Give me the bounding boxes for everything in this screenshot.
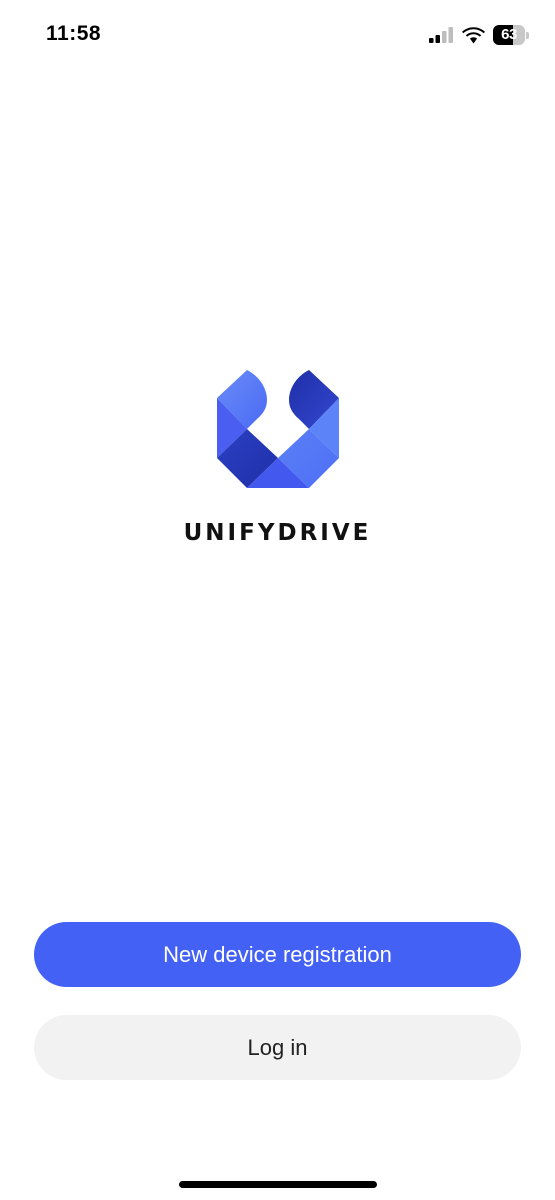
new-device-registration-button[interactable]: New device registration [34, 922, 521, 987]
status-icons: 63 [429, 24, 529, 46]
status-time: 11:58 [46, 22, 102, 45]
status-bar: 11:58 63 [0, 0, 555, 70]
cellular-signal-icon [429, 27, 453, 43]
log-in-button[interactable]: Log in [34, 1015, 521, 1080]
battery-level: 63 [501, 26, 517, 43]
battery-cap [526, 31, 529, 39]
brand-logo: UNIFYDRIVE [0, 368, 555, 546]
battery-indicator: 63 [493, 25, 529, 45]
battery-icon: 63 [493, 25, 525, 45]
wifi-icon [462, 26, 485, 43]
unifydrive-logo-icon [216, 370, 339, 488]
home-indicator[interactable] [179, 1181, 377, 1188]
brand-wordmark: UNIFYDRIVE [183, 520, 372, 546]
